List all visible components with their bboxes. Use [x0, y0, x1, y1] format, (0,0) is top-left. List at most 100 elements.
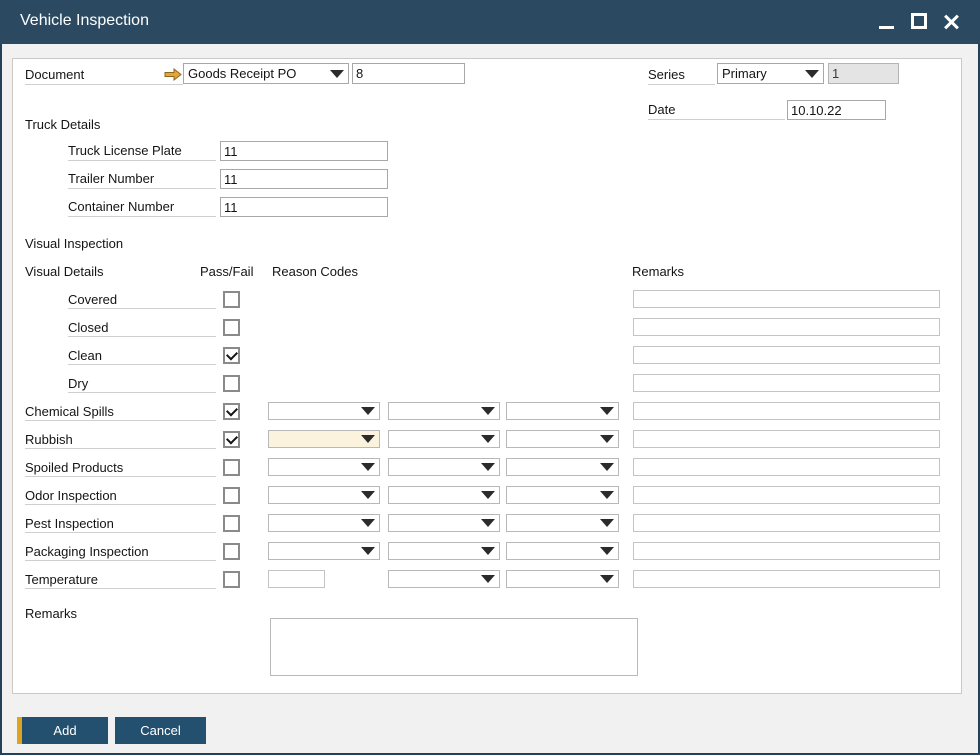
reason-code-dropdown-3-pest-inspection[interactable]: [506, 514, 619, 532]
passfail-checkbox-spoiled-products[interactable]: [223, 459, 240, 476]
row-label-clean: Clean: [68, 348, 102, 363]
dropdown-arrow-icon: [600, 519, 614, 527]
passfail-checkbox-chemical-spills[interactable]: [223, 403, 240, 420]
passfail-checkbox-closed[interactable]: [223, 319, 240, 336]
dropdown-arrow-icon: [600, 547, 614, 555]
titlebar: Vehicle Inspection: [0, 0, 980, 44]
reason-code-dropdown-2-spoiled-products[interactable]: [388, 458, 500, 476]
passfail-checkbox-packaging-inspection[interactable]: [223, 543, 240, 560]
dropdown-arrow-icon: [481, 491, 495, 499]
remarks-input-clean[interactable]: [633, 346, 940, 364]
remarks-column-header: Remarks: [632, 264, 685, 279]
cancel-button[interactable]: Cancel: [115, 717, 206, 744]
dropdown-arrow-icon: [481, 547, 495, 555]
reason-code-dropdown-1-temperature[interactable]: [388, 570, 500, 588]
reason-code-dropdown-2-odor-inspection[interactable]: [388, 486, 500, 504]
reason-code-dropdown-3-rubbish[interactable]: [506, 430, 619, 448]
close-button[interactable]: [938, 0, 964, 44]
dropdown-arrow-icon: [361, 491, 375, 499]
trailer-number-input[interactable]: [220, 169, 388, 189]
reason-code-dropdown-2-rubbish[interactable]: [388, 430, 500, 448]
link-arrow-icon[interactable]: [164, 68, 182, 81]
dropdown-arrow-icon: [481, 463, 495, 471]
remarks-input-covered[interactable]: [633, 290, 940, 308]
dropdown-arrow-icon: [361, 519, 375, 527]
dropdown-arrow-icon: [600, 435, 614, 443]
passfail-checkbox-rubbish[interactable]: [223, 431, 240, 448]
row-label-spoiled-products: Spoiled Products: [25, 460, 124, 475]
dropdown-arrow-icon: [600, 463, 614, 471]
passfail-checkbox-covered[interactable]: [223, 291, 240, 308]
label-underline: [25, 560, 216, 561]
remarks-input-chemical-spills[interactable]: [633, 402, 940, 420]
remarks-input-spoiled-products[interactable]: [633, 458, 940, 476]
passfail-checkbox-temperature[interactable]: [223, 571, 240, 588]
label-underline: [25, 588, 216, 589]
document-number-input[interactable]: [352, 63, 465, 84]
reason-code-dropdown-1-packaging-inspection[interactable]: [268, 542, 380, 560]
label-underline: [68, 188, 216, 189]
passfail-checkbox-dry[interactable]: [223, 375, 240, 392]
document-label: Document: [25, 67, 85, 82]
date-input[interactable]: [787, 100, 886, 120]
add-button[interactable]: Add: [17, 717, 108, 744]
reason-code-dropdown-1-pest-inspection[interactable]: [268, 514, 380, 532]
series-value: Primary: [722, 66, 767, 81]
remarks-input-odor-inspection[interactable]: [633, 486, 940, 504]
document-type-value: Goods Receipt PO: [188, 66, 297, 81]
remarks-input-packaging-inspection[interactable]: [633, 542, 940, 560]
maximize-button[interactable]: [906, 0, 932, 44]
minimize-icon: [879, 26, 894, 29]
dropdown-arrow-icon: [361, 463, 375, 471]
label-underline: [25, 504, 216, 505]
remarks-input-closed[interactable]: [633, 318, 940, 336]
label-underline: [25, 532, 216, 533]
minimize-button[interactable]: [874, 0, 900, 44]
label-underline: [25, 448, 216, 449]
dropdown-arrow-icon: [481, 575, 495, 583]
remarks-input-temperature[interactable]: [633, 570, 940, 588]
reason-code-dropdown-3-chemical-spills[interactable]: [506, 402, 619, 420]
reason-code-dropdown-2-chemical-spills[interactable]: [388, 402, 500, 420]
container-number-label: Container Number: [68, 199, 175, 214]
reason-code-dropdown-2-pest-inspection[interactable]: [388, 514, 500, 532]
reason-code-dropdown-1-odor-inspection[interactable]: [268, 486, 380, 504]
remarks-label: Remarks: [25, 606, 78, 621]
dropdown-arrow-icon: [330, 70, 344, 78]
passfail-checkbox-clean[interactable]: [223, 347, 240, 364]
remarks-textarea[interactable]: [270, 618, 638, 676]
pass-fail-column-header: Pass/Fail: [200, 264, 254, 279]
truck-license-plate-input[interactable]: [220, 141, 388, 161]
label-underline: [68, 160, 216, 161]
reason-code-dropdown-1-chemical-spills[interactable]: [268, 402, 380, 420]
dropdown-arrow-icon: [805, 70, 819, 78]
reason-code-dropdown-2-packaging-inspection[interactable]: [388, 542, 500, 560]
dropdown-arrow-icon: [361, 435, 375, 443]
reason-code-dropdown-3-odor-inspection[interactable]: [506, 486, 619, 504]
reason-codes-column-header: Reason Codes: [272, 264, 358, 279]
reason-code-dropdown-2-temperature[interactable]: [506, 570, 619, 588]
label-underline: [648, 84, 715, 85]
temperature-value-input[interactable]: [268, 570, 325, 588]
passfail-checkbox-odor-inspection[interactable]: [223, 487, 240, 504]
date-label: Date: [648, 102, 676, 117]
remarks-input-rubbish[interactable]: [633, 430, 940, 448]
reason-code-dropdown-1-rubbish[interactable]: [268, 430, 380, 448]
label-underline: [68, 336, 216, 337]
series-dropdown[interactable]: Primary: [717, 63, 824, 84]
label-underline: [25, 476, 216, 477]
row-label-pest-inspection: Pest Inspection: [25, 516, 114, 531]
reason-code-dropdown-1-spoiled-products[interactable]: [268, 458, 380, 476]
dropdown-arrow-icon: [600, 407, 614, 415]
row-label-rubbish: Rubbish: [25, 432, 73, 447]
reason-code-dropdown-3-spoiled-products[interactable]: [506, 458, 619, 476]
reason-code-dropdown-3-packaging-inspection[interactable]: [506, 542, 619, 560]
remarks-input-dry[interactable]: [633, 374, 940, 392]
document-type-dropdown[interactable]: Goods Receipt PO: [183, 63, 349, 84]
label-underline: [68, 364, 216, 365]
label-underline: [68, 308, 216, 309]
truck-license-plate-label: Truck License Plate: [68, 143, 182, 158]
remarks-input-pest-inspection[interactable]: [633, 514, 940, 532]
passfail-checkbox-pest-inspection[interactable]: [223, 515, 240, 532]
container-number-input[interactable]: [220, 197, 388, 217]
